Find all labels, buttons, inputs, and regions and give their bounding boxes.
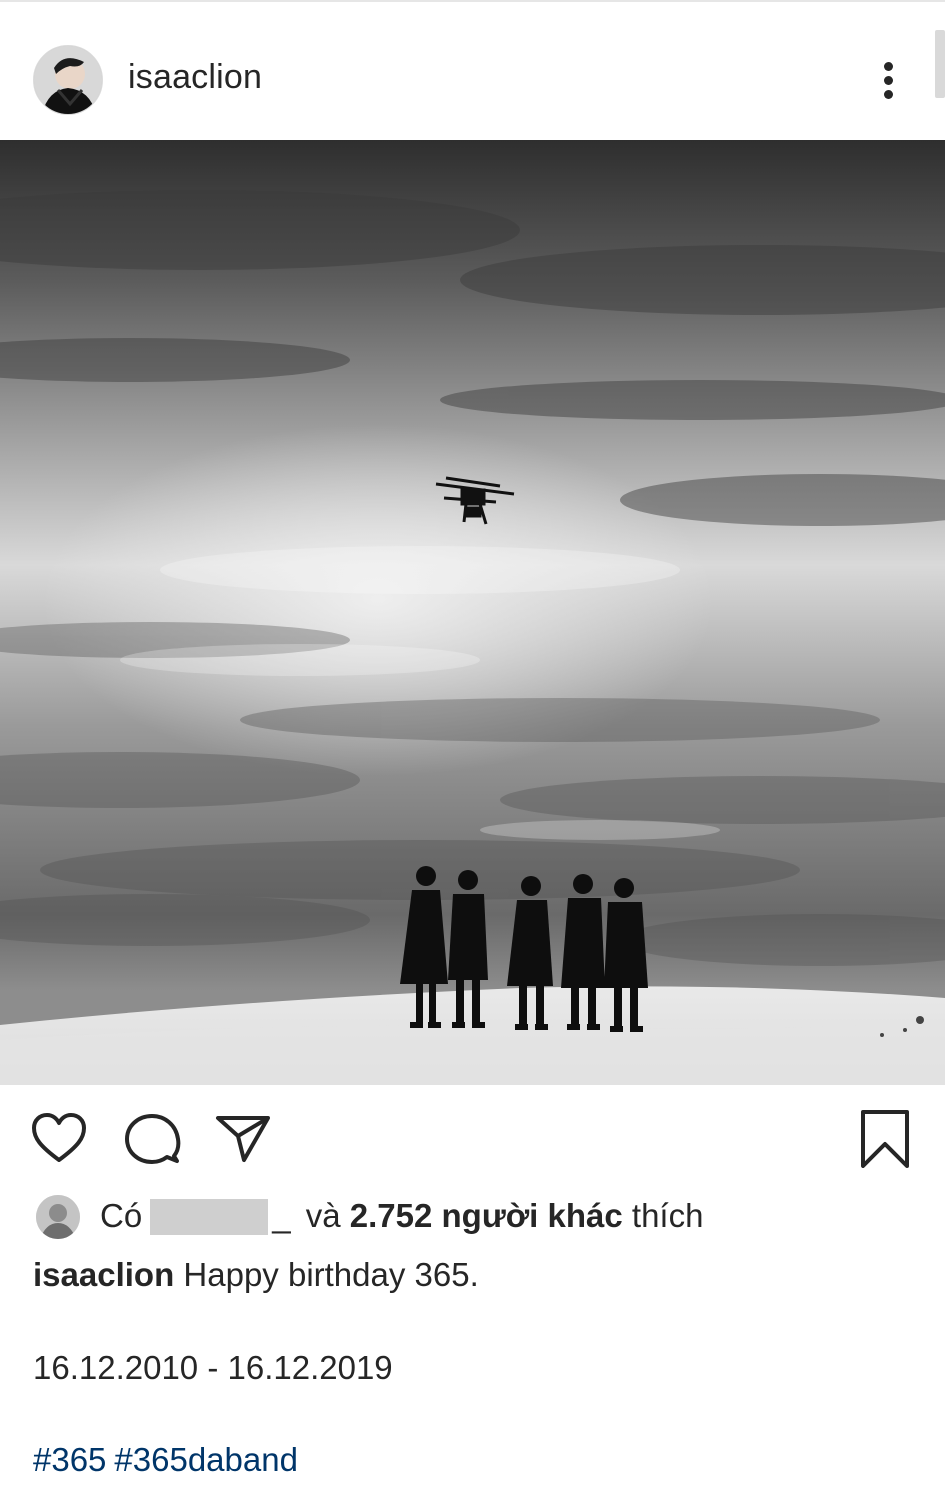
comment-button[interactable] (123, 1110, 181, 1168)
likes-underscore: _ (272, 1197, 291, 1234)
like-button[interactable] (30, 1110, 88, 1168)
caption-username[interactable]: isaaclion (33, 1256, 174, 1293)
post-photo[interactable] (0, 140, 945, 1085)
likes-connector: và (305, 1197, 341, 1234)
more-options-icon-dot (884, 90, 893, 99)
comment-bubble-icon (125, 1114, 181, 1164)
save-button[interactable] (856, 1110, 914, 1168)
hashtag-link[interactable]: #365 (33, 1441, 106, 1478)
likes-text: Có _ và 2.752 người khác thích (100, 1197, 703, 1235)
bookmark-icon (861, 1110, 909, 1168)
post-caption: isaaclion Happy birthday 365. (33, 1256, 479, 1294)
likes-suffix: thích (631, 1197, 704, 1234)
post-header: isaaclion (0, 0, 945, 140)
more-options-icon (884, 62, 893, 71)
post-photo-image (0, 140, 945, 1085)
avatar[interactable] (33, 45, 103, 115)
heart-icon (32, 1113, 86, 1162)
paper-plane-icon (216, 1116, 270, 1162)
hashtag-link[interactable]: #365daband (114, 1441, 298, 1478)
caption-text: Happy birthday 365. (183, 1256, 479, 1293)
share-button[interactable] (214, 1110, 272, 1168)
likes-count[interactable]: 2.752 người khác (350, 1197, 623, 1234)
post-username[interactable]: isaaclion (128, 58, 262, 97)
hashtags: #365 #365daband (33, 1441, 306, 1479)
likes-prefix: Có (100, 1197, 143, 1234)
caption-dates: 16.12.2010 - 16.12.2019 (33, 1349, 393, 1386)
avatar-image (34, 46, 102, 114)
more-options-button[interactable] (872, 58, 906, 102)
post-actions (0, 1100, 945, 1178)
likes-summary: Có _ và 2.752 người khác thích (36, 1195, 916, 1239)
liker-avatar-image (36, 1195, 80, 1239)
more-options-icon-dot (884, 76, 893, 85)
liker-avatar[interactable] (36, 1195, 80, 1239)
redacted-username (150, 1199, 269, 1235)
